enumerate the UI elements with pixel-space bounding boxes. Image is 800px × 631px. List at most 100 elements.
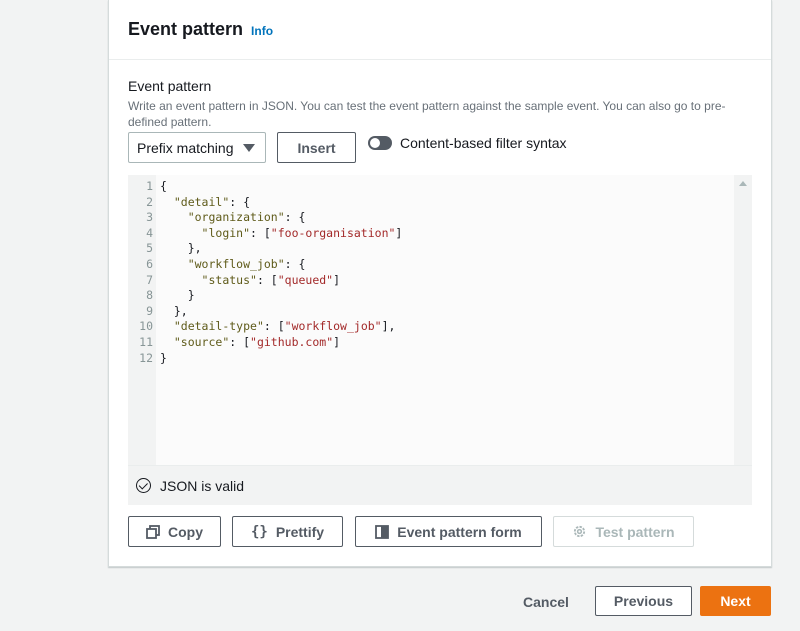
json-punctuation: ] xyxy=(395,225,403,240)
form-icon xyxy=(375,524,390,539)
check-circle-icon xyxy=(136,478,151,493)
event-pattern-form-label: Event pattern form xyxy=(397,523,522,540)
validation-status: JSON is valid xyxy=(128,465,752,505)
json-punctuation: }, xyxy=(160,241,202,256)
toggle-label: Content-based filter syntax xyxy=(400,135,567,151)
json-punctuation: ] xyxy=(333,272,341,287)
code-text: } xyxy=(160,351,167,367)
validation-status-text: JSON is valid xyxy=(160,477,245,494)
toggle-knob xyxy=(370,138,380,148)
panel-title: Event pattern xyxy=(128,19,244,39)
json-punctuation xyxy=(160,195,174,209)
line-number: 9 xyxy=(146,303,153,318)
code-line: 8 } xyxy=(128,288,734,304)
editor-scrollbar[interactable] xyxy=(734,175,752,465)
event-pattern-label: Event pattern xyxy=(128,78,212,94)
test-pattern-button: Test pattern xyxy=(553,516,694,547)
prettify-label: Prettify xyxy=(275,523,325,540)
braces-icon: {} xyxy=(250,523,268,540)
toggle-track[interactable] xyxy=(368,136,392,150)
json-punctuation: : [ xyxy=(250,225,271,240)
event-pattern-panel: Event pattern Info Event pattern Write a… xyxy=(108,0,772,567)
line-number: 10 xyxy=(139,319,153,334)
json-punctuation: : [ xyxy=(263,319,285,334)
line-number: 12 xyxy=(139,350,153,365)
code-line: 9 }, xyxy=(128,304,734,320)
json-punctuation xyxy=(160,335,174,349)
code-line: 3 "organization": { xyxy=(128,210,734,226)
previous-button[interactable]: Previous xyxy=(595,586,692,616)
content-filter-toggle[interactable]: Content-based filter syntax xyxy=(368,135,567,151)
json-punctuation xyxy=(160,257,188,271)
line-number: 4 xyxy=(146,225,153,240)
json-punctuation: }, xyxy=(160,303,188,318)
json-punctuation: : { xyxy=(284,210,306,225)
test-pattern-label: Test pattern xyxy=(595,523,675,540)
prettify-button[interactable]: {} Prettify xyxy=(232,516,343,547)
matching-select[interactable]: Prefix matching xyxy=(128,132,266,163)
json-punctuation: } xyxy=(160,288,195,303)
line-number: 11 xyxy=(139,335,153,349)
json-punctuation: : [ xyxy=(256,272,278,287)
json-key: "organization" xyxy=(187,210,285,225)
json-string: "github.com" xyxy=(250,335,334,349)
json-key: "workflow_job" xyxy=(187,257,285,271)
json-string: "queued" xyxy=(277,272,334,287)
json-string: "foo-organisation" xyxy=(270,225,396,240)
code-text: "detail": { xyxy=(160,195,250,211)
line-number: 6 xyxy=(146,257,153,271)
matching-select-value: Prefix matching xyxy=(137,139,234,156)
code-text: }, xyxy=(160,241,202,257)
code-text: "login": ["foo-organisation"] xyxy=(160,225,403,242)
json-punctuation xyxy=(160,210,188,224)
json-key: "login" xyxy=(201,225,251,240)
next-button[interactable]: Next xyxy=(700,586,771,616)
line-number: 5 xyxy=(146,241,153,256)
code-line: 12} xyxy=(128,351,734,367)
json-key: "status" xyxy=(201,272,257,287)
insert-button[interactable]: Insert xyxy=(277,132,356,163)
cancel-button[interactable]: Cancel xyxy=(508,587,584,616)
json-string: "workflow_job" xyxy=(284,319,382,334)
event-pattern-form-button[interactable]: Event pattern form xyxy=(355,516,542,547)
code-line: 1{ xyxy=(128,179,734,195)
json-punctuation: : { xyxy=(229,194,251,209)
code-line: 6 "workflow_job": { xyxy=(128,257,734,273)
line-number: 8 xyxy=(146,288,153,303)
info-link[interactable]: Info xyxy=(251,24,273,38)
code-line: 2 "detail": { xyxy=(128,195,734,211)
line-number: 7 xyxy=(146,272,153,287)
code-text: }, xyxy=(160,304,188,320)
copy-label: Copy xyxy=(168,523,203,540)
code-text: "source": ["github.com"] xyxy=(160,335,340,351)
json-punctuation xyxy=(160,319,174,333)
json-key: "detail-type" xyxy=(173,319,264,334)
line-number: 2 xyxy=(146,194,153,209)
json-key: "detail" xyxy=(173,194,230,209)
copy-icon xyxy=(146,524,160,539)
code-text: "status": ["queued"] xyxy=(160,272,341,289)
json-editor: 1{2 "detail": {3 "organization": {4 "log… xyxy=(128,175,752,505)
json-punctuation: ], xyxy=(381,319,396,334)
scroll-up-icon[interactable] xyxy=(739,181,747,186)
gear-icon xyxy=(572,524,587,539)
line-number: 1 xyxy=(146,179,153,193)
json-punctuation: : [ xyxy=(229,335,251,349)
code-text: "organization": { xyxy=(160,210,306,226)
code-line: 10 "detail-type": ["workflow_job"], xyxy=(128,319,734,335)
code-text: "workflow_job": { xyxy=(160,257,306,273)
copy-button[interactable]: Copy xyxy=(128,516,221,547)
json-punctuation: } xyxy=(160,350,167,365)
code-line: 5 }, xyxy=(128,241,734,257)
json-punctuation xyxy=(160,226,202,240)
json-punctuation: ] xyxy=(333,335,341,349)
json-punctuation: { xyxy=(160,179,167,193)
code-text: } xyxy=(160,288,195,304)
caret-down-icon xyxy=(243,144,255,152)
code-line: 7 "status": ["queued"] xyxy=(128,273,734,289)
json-punctuation xyxy=(160,273,202,287)
code-line: 11 "source": ["github.com"] xyxy=(128,335,734,351)
code-line: 4 "login": ["foo-organisation"] xyxy=(128,226,734,242)
json-punctuation: : { xyxy=(284,257,306,271)
line-number: 3 xyxy=(146,210,153,225)
